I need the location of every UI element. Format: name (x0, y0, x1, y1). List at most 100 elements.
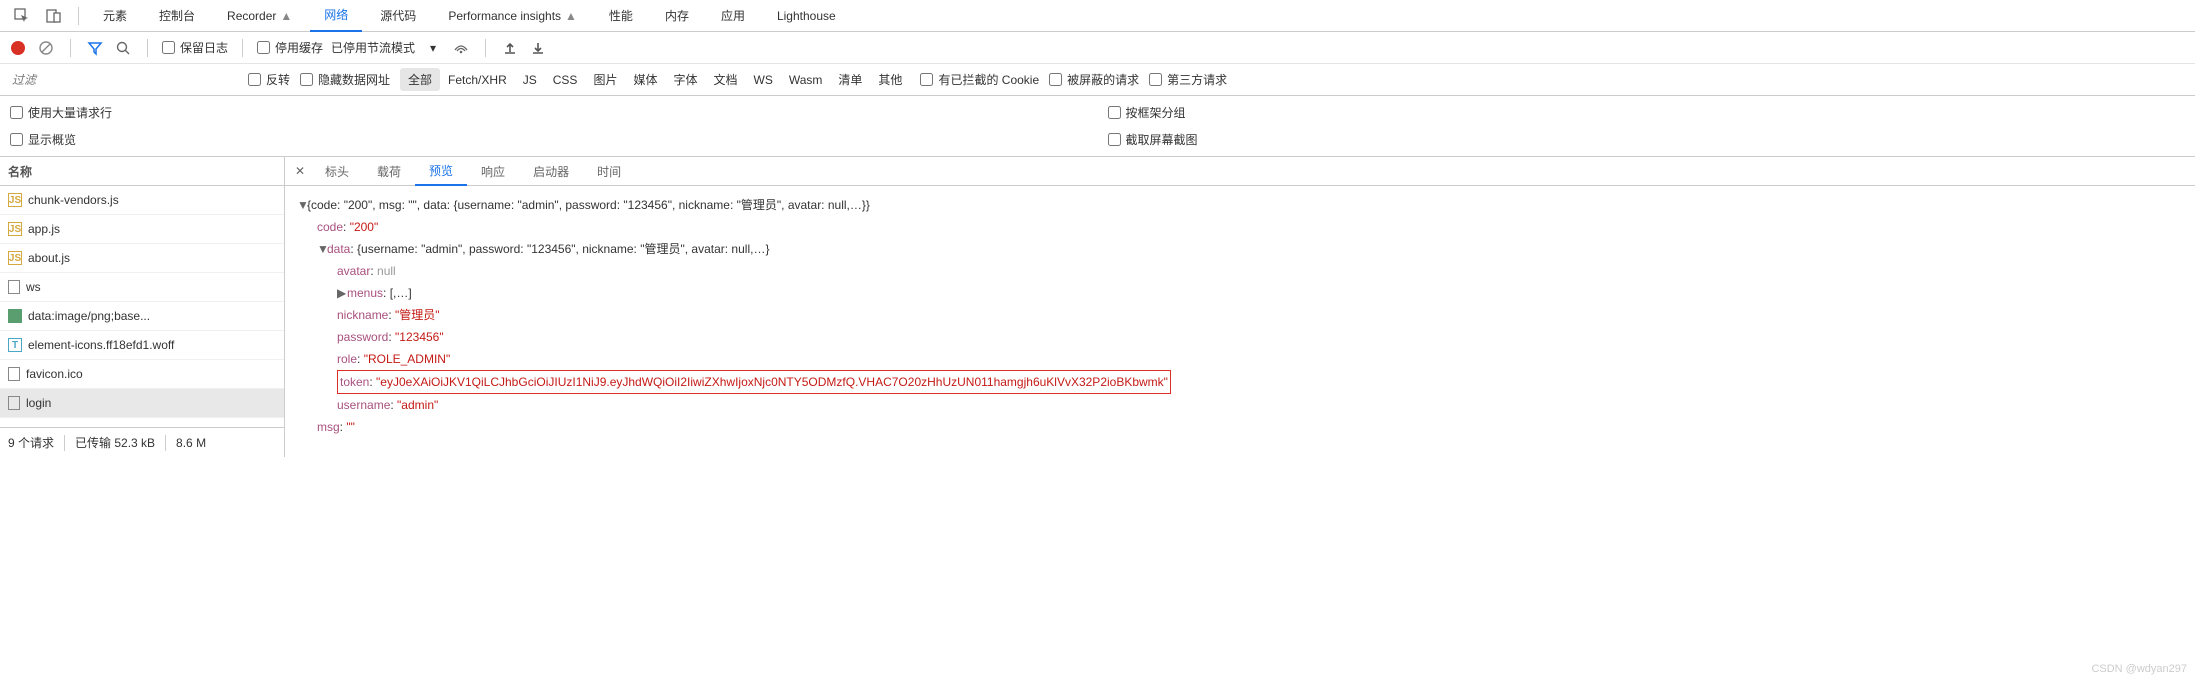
filter-type-img[interactable]: 图片 (585, 68, 625, 91)
main-area: 名称 JS chunk-vendors.js JSapp.js JS about.js w… (0, 157, 2195, 457)
upload-icon[interactable] (500, 38, 520, 58)
filter-type-fetch[interactable]: Fetch/XHR (440, 70, 515, 90)
group-by-frame-label: 按框架分组 (1126, 104, 1186, 121)
filter-input[interactable] (8, 69, 238, 91)
json-value: "admin" (397, 398, 438, 412)
network-conditions-icon[interactable] (451, 38, 471, 58)
overview-checkbox[interactable]: 显示概览 (10, 131, 1088, 148)
filter-type-other[interactable]: 其他 (870, 68, 910, 91)
dtab-headers[interactable]: 标头 (311, 157, 363, 186)
options-row: 使用大量请求行 显示概览 按框架分组 截取屏幕截图 (0, 96, 2195, 157)
request-status-bar: 9 个请求 已传输 52.3 kB 8.6 M (0, 427, 284, 457)
tab-recorder[interactable]: Recorder▲ (213, 0, 306, 32)
json-value: "200" (350, 220, 379, 234)
dtab-payload[interactable]: 载荷 (363, 157, 415, 186)
font-file-icon: T (8, 338, 22, 352)
tab-performance[interactable]: 性能 (595, 0, 647, 32)
json-key: password (337, 330, 388, 344)
third-party-checkbox[interactable]: 第三方请求 (1149, 71, 1227, 88)
filter-type-css[interactable]: CSS (545, 70, 586, 90)
large-rows-checkbox[interactable]: 使用大量请求行 (10, 104, 1088, 121)
filter-type-media[interactable]: 媒体 (625, 68, 665, 91)
download-icon[interactable] (528, 38, 548, 58)
group-by-frame-checkbox[interactable]: 按框架分组 (1108, 104, 2186, 121)
json-value: "" (346, 420, 355, 434)
screenshots-label: 截取屏幕截图 (1126, 131, 1198, 148)
tab-network[interactable]: 网络 (310, 0, 362, 32)
expand-toggle[interactable]: ▼ (297, 194, 307, 216)
request-row[interactable]: login (0, 389, 284, 418)
clear-icon[interactable] (36, 38, 56, 58)
tab-perf-insights-label: Performance insights (448, 9, 561, 23)
filter-type-font[interactable]: 字体 (665, 68, 705, 91)
tab-application[interactable]: 应用 (707, 0, 759, 32)
request-row[interactable]: ws (0, 273, 284, 302)
request-row[interactable]: data:image/png;base... (0, 302, 284, 331)
json-value: "eyJ0eXAiOiJKV1QiLCJhbGciOiJIUzI1NiJ9.ey… (376, 375, 1168, 389)
hide-data-urls-checkbox[interactable]: 隐藏数据网址 (300, 71, 390, 88)
filter-type-wasm[interactable]: Wasm (781, 70, 831, 90)
js-file-icon: JS (8, 193, 22, 207)
tab-elements[interactable]: 元素 (89, 0, 141, 32)
detail-tabs: ✕ 标头 载荷 预览 响应 启动器 时间 (285, 157, 2195, 186)
expand-toggle[interactable]: ▶ (337, 282, 347, 304)
tab-console[interactable]: 控制台 (145, 0, 209, 32)
tab-perf-insights[interactable]: Performance insights▲ (434, 0, 591, 32)
divider (70, 39, 71, 57)
blocked-requests-checkbox[interactable]: 被屏蔽的请求 (1049, 71, 1139, 88)
json-key: avatar (337, 264, 370, 278)
device-toggle-icon[interactable] (40, 3, 68, 29)
doc-file-icon (8, 280, 20, 294)
tab-memory[interactable]: 内存 (651, 0, 703, 32)
json-value: null (377, 264, 396, 278)
blocked-cookies-checkbox[interactable]: 有已拦截的 Cookie (920, 71, 1039, 88)
invert-label: 反转 (266, 71, 290, 88)
filter-type-js[interactable]: JS (515, 70, 545, 90)
request-name: about.js (28, 251, 70, 265)
json-value: "管理员" (395, 308, 440, 322)
request-row[interactable]: Telement-icons.ff18efd1.woff (0, 331, 284, 360)
filter-type-all[interactable]: 全部 (400, 68, 440, 91)
search-icon[interactable] (113, 38, 133, 58)
request-name: chunk-vendors.js (28, 193, 119, 207)
tab-lighthouse[interactable]: Lighthouse (763, 0, 850, 32)
filter-type-doc[interactable]: 文档 (705, 68, 745, 91)
disable-cache-checkbox[interactable]: 停用缓存 (257, 39, 323, 56)
invert-checkbox[interactable]: 反转 (248, 71, 290, 88)
request-row[interactable]: JSapp.js (0, 215, 284, 244)
json-key: msg (317, 420, 340, 434)
json-key: code (317, 220, 343, 234)
throttling-select[interactable]: 已停用节流模式 (331, 39, 415, 56)
devtools-top-tabs: 元素 控制台 Recorder▲ 网络 源代码 Performance insi… (0, 0, 2195, 32)
json-key: token (340, 375, 369, 389)
large-rows-label: 使用大量请求行 (28, 104, 112, 121)
dtab-response[interactable]: 响应 (467, 157, 519, 186)
request-list-header[interactable]: 名称 (0, 157, 284, 186)
filter-type-manifest[interactable]: 清单 (830, 68, 870, 91)
chevron-down-icon[interactable]: ▾ (423, 38, 443, 58)
json-key: username (337, 398, 390, 412)
divider (242, 39, 243, 57)
divider (485, 39, 486, 57)
dtab-initiator[interactable]: 启动器 (519, 157, 583, 186)
request-name: data:image/png;base... (28, 309, 150, 323)
inspect-icon[interactable] (8, 3, 36, 29)
expand-toggle[interactable]: ▼ (317, 238, 327, 260)
preserve-log-checkbox[interactable]: 保留日志 (162, 39, 228, 56)
dtab-preview[interactable]: 预览 (415, 157, 467, 186)
screenshots-checkbox[interactable]: 截取屏幕截图 (1108, 131, 2186, 148)
filter-types: 全部 Fetch/XHR JS CSS 图片 媒体 字体 文档 WS Wasm … (400, 68, 910, 91)
filter-icon[interactable] (85, 38, 105, 58)
request-list: 名称 JS chunk-vendors.js JSapp.js JS about.js w… (0, 157, 285, 457)
filter-type-ws[interactable]: WS (746, 70, 781, 90)
js-file-icon: JS (8, 251, 22, 265)
request-row[interactable]: JS chunk-vendors.js (0, 186, 284, 215)
doc-file-icon (8, 367, 20, 381)
close-icon[interactable]: ✕ (289, 160, 311, 182)
request-row[interactable]: JS about.js (0, 244, 284, 273)
tab-sources[interactable]: 源代码 (366, 0, 430, 32)
record-button[interactable] (8, 38, 28, 58)
request-row[interactable]: favicon.ico (0, 360, 284, 389)
dtab-timing[interactable]: 时间 (583, 157, 635, 186)
preserve-log-label: 保留日志 (180, 39, 228, 56)
